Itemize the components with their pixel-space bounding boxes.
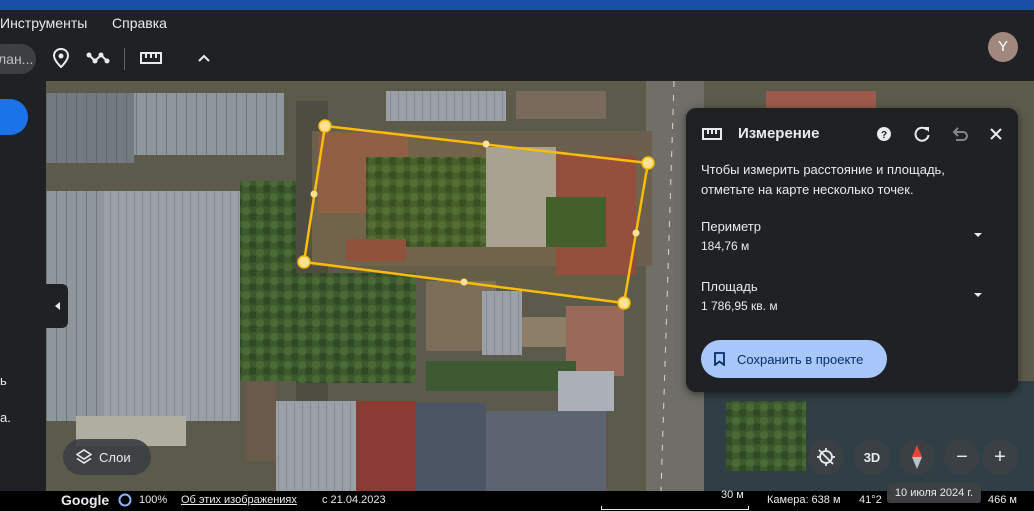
undo-icon[interactable] — [949, 124, 969, 144]
chevron-up-icon[interactable] — [192, 46, 216, 70]
chevron-down-icon — [974, 233, 982, 237]
menu-bar: Инструменты Справка — [0, 10, 1034, 36]
location-off-icon — [817, 448, 835, 466]
sidebar-text-fragment: а. — [0, 410, 11, 425]
save-button-label: Сохранить в проекте — [737, 351, 864, 367]
zoom-out-button[interactable]: − — [944, 439, 980, 475]
loading-progress: 100% — [139, 494, 168, 506]
window-top-accent — [0, 0, 1034, 10]
ruler-icon — [702, 124, 722, 144]
google-logo: Google — [61, 492, 110, 508]
menu-help[interactable]: Справка — [112, 15, 167, 31]
search-input[interactable]: лан... — [0, 44, 36, 74]
help-icon[interactable]: ? — [874, 124, 894, 144]
toolbar-divider — [124, 48, 125, 70]
location-off-button[interactable] — [808, 439, 844, 475]
compass-button[interactable] — [899, 439, 935, 475]
area-units-dropdown[interactable] — [972, 289, 984, 301]
svg-text:?: ? — [881, 130, 887, 141]
coordinates: 41°2 — [859, 494, 882, 506]
layers-icon — [75, 449, 93, 468]
measurement-midpoint — [310, 190, 318, 198]
perimeter-units-dropdown[interactable] — [972, 229, 984, 241]
perimeter-value: 184,76 м — [701, 239, 750, 253]
perimeter-label: Периметр — [701, 219, 761, 234]
measurement-vertex — [641, 156, 655, 170]
about-imagery-link[interactable]: Об этих изображениях — [181, 494, 297, 506]
close-icon[interactable] — [986, 124, 1006, 144]
left-sidebar: ь а. — [0, 81, 46, 481]
area-value: 1 786,95 кв. м — [701, 299, 778, 313]
camera-altitude: Камера: 638 м — [767, 494, 841, 506]
measure-description: Чтобы измерить расстояние и площадь, отм… — [701, 162, 945, 197]
scale-label: 30 м — [721, 489, 744, 501]
status-bar: Google 100% Об этих изображениях с 21.04… — [0, 489, 1034, 511]
app-window: Инструменты Справка лан... Y ь а. Измере… — [0, 10, 1034, 511]
measurement-vertex — [617, 296, 631, 310]
layers-label: Слои — [99, 449, 131, 465]
measure-title: Измерение — [738, 125, 820, 142]
measurement-midpoint — [460, 278, 468, 286]
zoom-in-button[interactable]: + — [982, 439, 1018, 475]
bookmark-icon — [714, 352, 725, 369]
scale-bar — [601, 506, 749, 510]
chevron-left-icon — [55, 302, 60, 310]
new-project-button[interactable] — [0, 99, 28, 135]
reset-icon[interactable] — [912, 124, 932, 144]
sidebar-text-fragment: ь — [0, 373, 7, 388]
placemark-icon[interactable] — [49, 46, 73, 70]
area-label: Площадь — [701, 279, 758, 294]
measure-panel: Измерение ? Чтобы измерить расстояние и … — [686, 108, 1018, 392]
toggle-3d-button[interactable]: 3D — [854, 439, 890, 475]
menu-tools[interactable]: Инструменты — [0, 15, 87, 31]
measurement-midpoint — [482, 140, 490, 148]
measurement-vertex — [297, 255, 311, 269]
toolbar: лан... — [0, 36, 1034, 81]
collapse-sidebar-button[interactable] — [46, 284, 68, 328]
layers-button[interactable]: Слои — [63, 439, 151, 475]
date-tooltip: 10 июля 2024 г. — [887, 483, 981, 503]
path-icon[interactable] — [86, 46, 110, 70]
imagery-date: с 21.04.2023 — [322, 494, 386, 506]
measurement-midpoint — [632, 229, 640, 237]
compass-icon — [912, 445, 922, 469]
chevron-down-icon — [974, 293, 982, 297]
loading-icon — [118, 493, 132, 510]
ruler-icon[interactable] — [139, 46, 163, 70]
measurement-vertex — [318, 119, 332, 133]
elevation: 466 м — [988, 494, 1017, 506]
save-to-project-button[interactable]: Сохранить в проекте — [701, 340, 887, 378]
avatar[interactable]: Y — [988, 32, 1018, 62]
